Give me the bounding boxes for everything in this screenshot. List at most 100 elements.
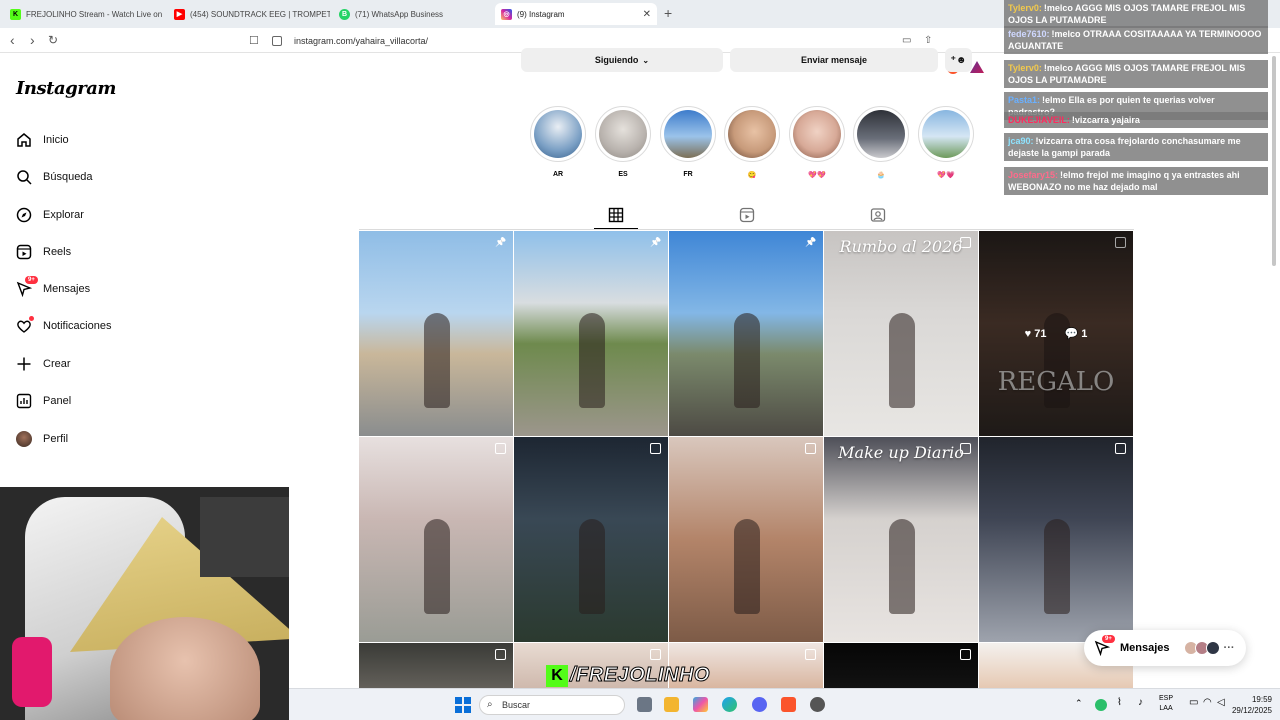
brave-rewards-icon[interactable]: [970, 61, 984, 73]
post-tile[interactable]: [824, 643, 978, 688]
nav-label: Búsqueda: [43, 171, 93, 183]
share-icon[interactable]: ⇧: [924, 35, 932, 46]
nav-notificaciones[interactable]: Notificaciones: [16, 314, 111, 338]
site-info-icon[interactable]: [272, 35, 282, 46]
monitor-icon[interactable]: ▭: [1189, 697, 1198, 708]
nav-label: Crear: [43, 358, 71, 370]
chat-message: Josefary15: !elmo frejol me imagino q ya …: [1004, 167, 1268, 195]
more-icon[interactable]: ···: [1224, 642, 1235, 654]
nav-busqueda[interactable]: Búsqueda: [16, 165, 93, 189]
nav-explorar[interactable]: Explorar: [16, 203, 84, 227]
send-message-label: Enviar mensaje: [800, 55, 868, 65]
post-tile[interactable]: [359, 643, 513, 688]
messages-badge: 9+: [1102, 635, 1115, 643]
highlight-label: 😋: [747, 172, 757, 179]
tab-instagram[interactable]: ◎ (9) Instagram ✕: [495, 3, 657, 25]
tabs-divider: [359, 229, 1134, 230]
tab-frejolinho-stream[interactable]: K FREJOLINHO Stream - Watch Live on: [4, 3, 164, 25]
tab-title: (71) WhatsApp Business: [355, 9, 444, 19]
reel-icon: [805, 443, 816, 454]
task-view-icon[interactable]: [637, 697, 652, 712]
messages-pill[interactable]: 9+ Mensajes ···: [1084, 630, 1246, 666]
post-tile[interactable]: [359, 437, 513, 642]
nav-perfil[interactable]: Perfil: [16, 427, 68, 451]
copilot-icon[interactable]: [693, 697, 708, 712]
reels-tab-icon[interactable]: [739, 207, 755, 223]
address-bar[interactable]: instagram.com/yahaira_villacorta/: [272, 32, 972, 49]
reload-icon[interactable]: ↻: [48, 33, 58, 47]
highlight-item[interactable]: AR: [530, 106, 586, 181]
nav-mensajes[interactable]: 9+ Mensajes: [16, 276, 91, 301]
nav-label: Mensajes: [43, 283, 91, 295]
discord-icon[interactable]: [752, 697, 767, 712]
instagram-logo[interactable]: Instagram: [16, 78, 116, 99]
post-tile[interactable]: 📌: [514, 231, 668, 436]
system-clock[interactable]: 19:59 29/12/2025: [1232, 694, 1272, 716]
recent-contacts: [1183, 641, 1220, 655]
post-tile[interactable]: [979, 437, 1133, 642]
post-photo-subject: [423, 519, 450, 614]
highlight-label: 🧁: [876, 172, 886, 179]
page-scrollbar[interactable]: [1272, 56, 1276, 266]
post-tile[interactable]: 📌: [359, 231, 513, 436]
post-tile[interactable]: Rumbo al 2026: [824, 231, 978, 436]
reel-icon: [650, 649, 661, 660]
file-explorer-icon[interactable]: [664, 697, 679, 712]
search-icon: ⌕: [487, 699, 493, 710]
reel-icon: [650, 443, 661, 454]
posts-grid-tab-icon[interactable]: [608, 207, 624, 223]
nav-panel[interactable]: Panel: [16, 389, 71, 413]
bookmark-icon[interactable]: ☐: [249, 34, 259, 47]
tagged-tab-icon[interactable]: [870, 207, 886, 223]
microphone-icon[interactable]: ♪: [1138, 697, 1143, 708]
tab-youtube-soundtrack[interactable]: ▶ (454) SOUNDTRACK EEG | TROMPETA: [168, 3, 330, 25]
obs-icon[interactable]: [810, 697, 825, 712]
post-tile[interactable]: Make up Diario: [824, 437, 978, 642]
windows-start-icon[interactable]: [455, 697, 471, 713]
nav-crear[interactable]: Crear: [16, 352, 71, 376]
brave-icon[interactable]: [781, 697, 796, 712]
nav-reels[interactable]: Reels: [16, 240, 71, 264]
following-label: Siguiendo: [594, 55, 639, 65]
volume-icon[interactable]: ◁: [1217, 697, 1225, 708]
network-icon[interactable]: ⌇: [1117, 697, 1122, 708]
tab-title: (454) SOUNDTRACK EEG | TROMPETA: [190, 9, 330, 19]
background-shelf: [200, 497, 289, 577]
highlight-item[interactable]: 💖💖: [789, 106, 845, 181]
back-icon[interactable]: ‹: [10, 32, 15, 48]
highlight-cover: [857, 110, 905, 158]
highlight-item[interactable]: 💖💗: [918, 106, 974, 181]
lang-code: ESP: [1159, 695, 1174, 702]
post-photo-subject: [578, 519, 605, 614]
avatar: [1205, 641, 1220, 655]
chat-message: jca90: !vizcarra otra cosa frejolardo con…: [1004, 133, 1268, 161]
send-message-button[interactable]: Enviar mensaje: [730, 48, 938, 72]
suggest-user-button[interactable]: ⁺☻: [945, 48, 972, 72]
forward-icon[interactable]: ›: [30, 32, 35, 48]
nav-inicio[interactable]: Inicio: [16, 128, 69, 152]
taskbar-search[interactable]: ⌕ Buscar: [479, 695, 625, 715]
language-indicator[interactable]: ESP LAA: [1159, 694, 1173, 714]
post-tile[interactable]: [514, 437, 668, 642]
highlight-item[interactable]: FR: [660, 106, 716, 181]
highlight-item[interactable]: 🧁: [853, 106, 909, 181]
new-tab-icon[interactable]: +: [664, 5, 672, 21]
highlight-item[interactable]: ES: [595, 106, 651, 181]
post-tile[interactable]: 📌: [669, 231, 823, 436]
tray-app-icon[interactable]: [1095, 699, 1107, 711]
post-tile[interactable]: REGALO ♥ 71 💬 1: [979, 231, 1133, 436]
tab-whatsapp-business[interactable]: B (71) WhatsApp Business: [333, 3, 493, 25]
highlight-cover: [599, 110, 647, 158]
highlight-item[interactable]: 😋: [724, 106, 780, 181]
post-hover-stats: ♥ 71 💬 1: [979, 231, 1133, 436]
close-tab-icon[interactable]: ✕: [643, 9, 651, 20]
post-tile[interactable]: [669, 437, 823, 642]
cast-icon[interactable]: ▭: [902, 35, 911, 46]
edge-icon[interactable]: [722, 697, 737, 712]
chat-message: DUKEJIAVEIL: !vizcarra yajaira: [1004, 112, 1268, 128]
following-button[interactable]: Siguiendo ⌄: [521, 48, 723, 72]
highlight-cover: [534, 110, 582, 158]
chevron-up-icon[interactable]: ⌃: [1075, 698, 1083, 709]
messages-pill-label: Mensajes: [1120, 642, 1170, 654]
wifi-icon[interactable]: ◠: [1203, 697, 1212, 708]
